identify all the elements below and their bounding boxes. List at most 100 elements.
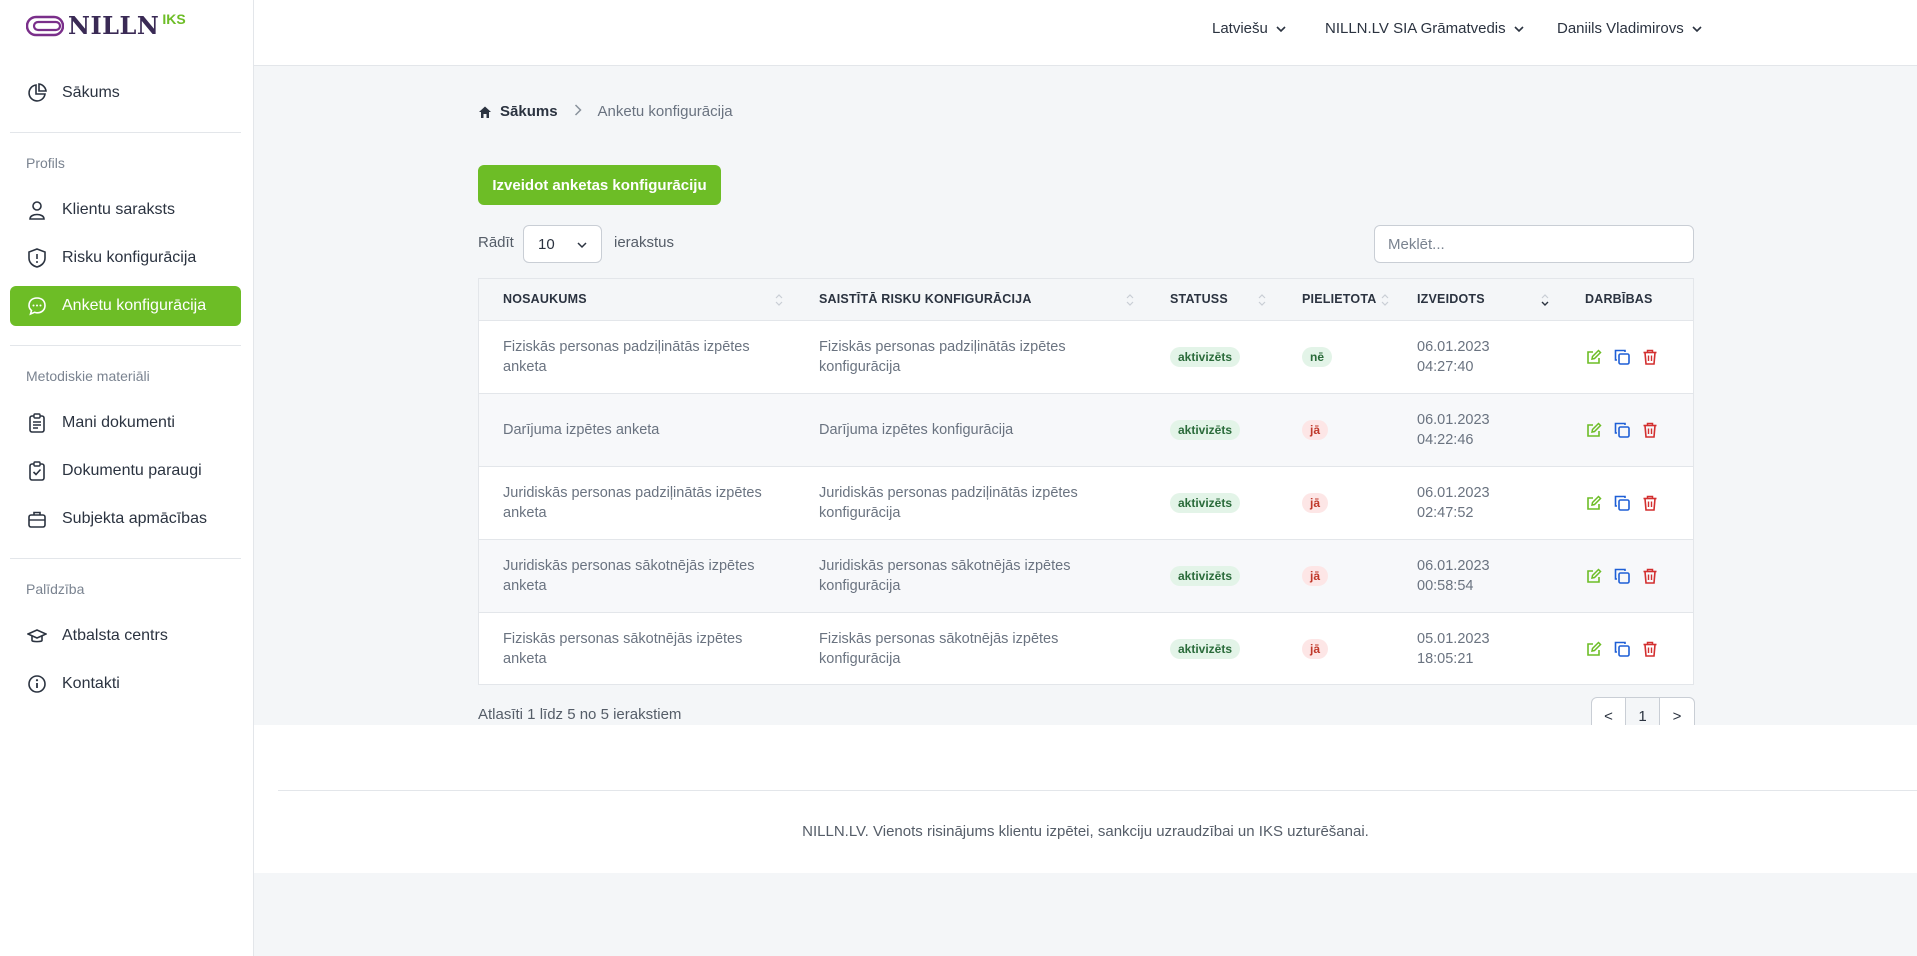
sort-icon xyxy=(1381,294,1389,306)
table-row: Fiziskās personas sākotnējās izpētes ank… xyxy=(479,612,1693,685)
page-length-select[interactable]: 10 xyxy=(523,225,602,263)
column-header-label: SAISTĪTĀ RISKU KONFIGURĀCIJA xyxy=(819,292,1032,307)
column-header-risk-config[interactable]: SAISTĪTĀ RISKU KONFIGURĀCIJA xyxy=(795,279,1146,320)
created-time: 02:47:52 xyxy=(1417,504,1474,521)
sidebar-item-trainings[interactable]: Subjekta apmācības xyxy=(10,499,241,539)
delete-icon[interactable] xyxy=(1641,494,1659,512)
breadcrumb: Sākums Anketu konfigurācija xyxy=(478,103,733,120)
delete-icon[interactable] xyxy=(1641,348,1659,366)
sidebar-item-contacts[interactable]: Kontakti xyxy=(10,664,241,704)
cell-status: aktivizēts xyxy=(1146,466,1278,539)
create-survey-config-button[interactable]: Izveidot anketas konfigurāciju xyxy=(478,165,721,205)
sidebar-item-home[interactable]: Sākums xyxy=(10,73,241,113)
cell-risk-config: Juridiskās personas sākotnējās izpētes k… xyxy=(795,539,1146,612)
cell-name: Fiziskās personas padziļinātās izpētes a… xyxy=(479,320,795,393)
edit-icon[interactable] xyxy=(1585,567,1603,585)
footer xyxy=(254,725,1917,873)
sidebar-item-risk-config[interactable]: Risku konfigurācija xyxy=(10,238,241,278)
copy-icon[interactable] xyxy=(1613,421,1631,439)
copy-icon[interactable] xyxy=(1613,567,1631,585)
cell-status: aktivizēts xyxy=(1146,320,1278,393)
company-label: NILLN.LV SIA Grāmatvedis xyxy=(1325,20,1506,37)
delete-icon[interactable] xyxy=(1641,640,1659,658)
risk-config-name: Juridiskās personas padziļinātās izpētes… xyxy=(819,484,1078,521)
sidebar-item-label: Klientu saraksts xyxy=(62,201,175,218)
created-date: 06.01.2023 xyxy=(1417,484,1490,501)
sidebar-section-title: Profils xyxy=(26,155,65,171)
created-time: 04:27:40 xyxy=(1417,358,1474,375)
column-header-status[interactable]: STATUSS xyxy=(1146,279,1278,320)
cell-risk-config: Fiziskās personas sākotnējās izpētes kon… xyxy=(795,612,1146,685)
column-header-name[interactable]: NOSAUKUMS xyxy=(479,279,795,320)
applied-badge: jā xyxy=(1302,638,1329,659)
briefcase-icon xyxy=(26,508,48,530)
edit-icon[interactable] xyxy=(1585,494,1603,512)
breadcrumb-home[interactable]: Sākums xyxy=(478,103,558,120)
sidebar-section-title: Palīdzība xyxy=(26,581,85,597)
language-label: Latviešu xyxy=(1212,20,1268,37)
column-header-label: STATUSS xyxy=(1170,292,1228,307)
sidebar-item-document-templates[interactable]: Dokumentu paraugi xyxy=(10,451,241,491)
sort-icon xyxy=(775,294,783,306)
sidebar-item-label: Sākums xyxy=(62,84,120,101)
sidebar-item-label: Atbalsta centrs xyxy=(62,627,168,644)
survey-name: Fiziskās personas padziļinātās izpētes a… xyxy=(503,338,750,375)
company-dropdown[interactable]: NILLN.LV SIA Grāmatvedis xyxy=(1325,20,1524,37)
sidebar-item-label: Dokumentu paraugi xyxy=(62,462,202,479)
sidebar-item-survey-config[interactable]: Anketu konfigurācija xyxy=(10,286,241,326)
column-header-created[interactable]: IZVEIDOTS xyxy=(1393,279,1561,320)
edit-icon[interactable] xyxy=(1585,421,1603,439)
logo[interactable]: NILLN IKS xyxy=(26,10,186,42)
cell-created: 06.01.2023 02:47:52 xyxy=(1393,466,1561,539)
cell-actions xyxy=(1561,393,1693,466)
cell-applied: nē xyxy=(1278,320,1393,393)
table-row: Juridiskās personas padziļinātās izpētes… xyxy=(479,466,1693,539)
cell-actions xyxy=(1561,539,1693,612)
sidebar-item-label: Anketu konfigurācija xyxy=(62,297,207,314)
sidebar-item-my-documents[interactable]: Mani dokumenti xyxy=(10,403,241,443)
applied-badge: jā xyxy=(1302,492,1329,513)
copy-icon[interactable] xyxy=(1613,494,1631,512)
copy-icon[interactable] xyxy=(1613,640,1631,658)
column-header-label: IZVEIDOTS xyxy=(1417,292,1485,307)
topbar: Latviešu NILLN.LV SIA Grāmatvedis Daniil… xyxy=(254,0,1917,66)
delete-icon[interactable] xyxy=(1641,567,1659,585)
applied-badge: jā xyxy=(1302,565,1329,586)
column-header-label: NOSAUKUMS xyxy=(503,292,587,307)
search-input[interactable] xyxy=(1374,225,1694,263)
created-time: 04:22:46 xyxy=(1417,431,1474,448)
footer-divider xyxy=(278,790,1917,791)
sort-desc-icon xyxy=(1541,294,1549,306)
sidebar-item-support-center[interactable]: Atbalsta centrs xyxy=(10,616,241,656)
logo-suffix: IKS xyxy=(162,11,186,27)
user-dropdown[interactable]: Daniils Vladimirovs xyxy=(1557,20,1702,37)
created-time: 18:05:21 xyxy=(1417,650,1474,667)
cell-created: 06.01.2023 04:22:46 xyxy=(1393,393,1561,466)
shield-icon xyxy=(26,247,48,269)
cell-name: Fiziskās personas sākotnējās izpētes ank… xyxy=(479,612,795,685)
status-badge: aktivizēts xyxy=(1170,346,1241,367)
edit-icon[interactable] xyxy=(1585,348,1603,366)
cell-applied: jā xyxy=(1278,612,1393,685)
cell-status: aktivizēts xyxy=(1146,539,1278,612)
delete-icon[interactable] xyxy=(1641,421,1659,439)
edit-icon[interactable] xyxy=(1585,640,1603,658)
column-header-actions: DARBĪBAS xyxy=(1561,279,1693,320)
sidebar: NILLN IKS Sākums Profils Klientu sarakst… xyxy=(0,0,254,956)
chevron-down-icon xyxy=(577,242,587,249)
cell-actions xyxy=(1561,612,1693,685)
status-badge: aktivizēts xyxy=(1170,492,1241,513)
sidebar-item-clients[interactable]: Klientu saraksts xyxy=(10,190,241,230)
footer-text: NILLN.LV. Vienots risinājums klientu izp… xyxy=(802,823,1369,840)
created-time: 00:58:54 xyxy=(1417,577,1474,594)
cell-actions xyxy=(1561,320,1693,393)
column-header-applied[interactable]: PIELIETOTA xyxy=(1278,279,1393,320)
info-icon xyxy=(26,673,48,695)
clipboard-icon xyxy=(26,412,48,434)
table-row: Juridiskās personas sākotnējās izpētes a… xyxy=(479,539,1693,612)
copy-icon[interactable] xyxy=(1613,348,1631,366)
records-label: ierakstus xyxy=(614,234,675,251)
language-dropdown[interactable]: Latviešu xyxy=(1212,20,1286,37)
table-row: Darījuma izpētes anketa Darījuma izpētes … xyxy=(479,393,1693,466)
table-row: Fiziskās personas padziļinātās izpētes a… xyxy=(479,320,1693,393)
